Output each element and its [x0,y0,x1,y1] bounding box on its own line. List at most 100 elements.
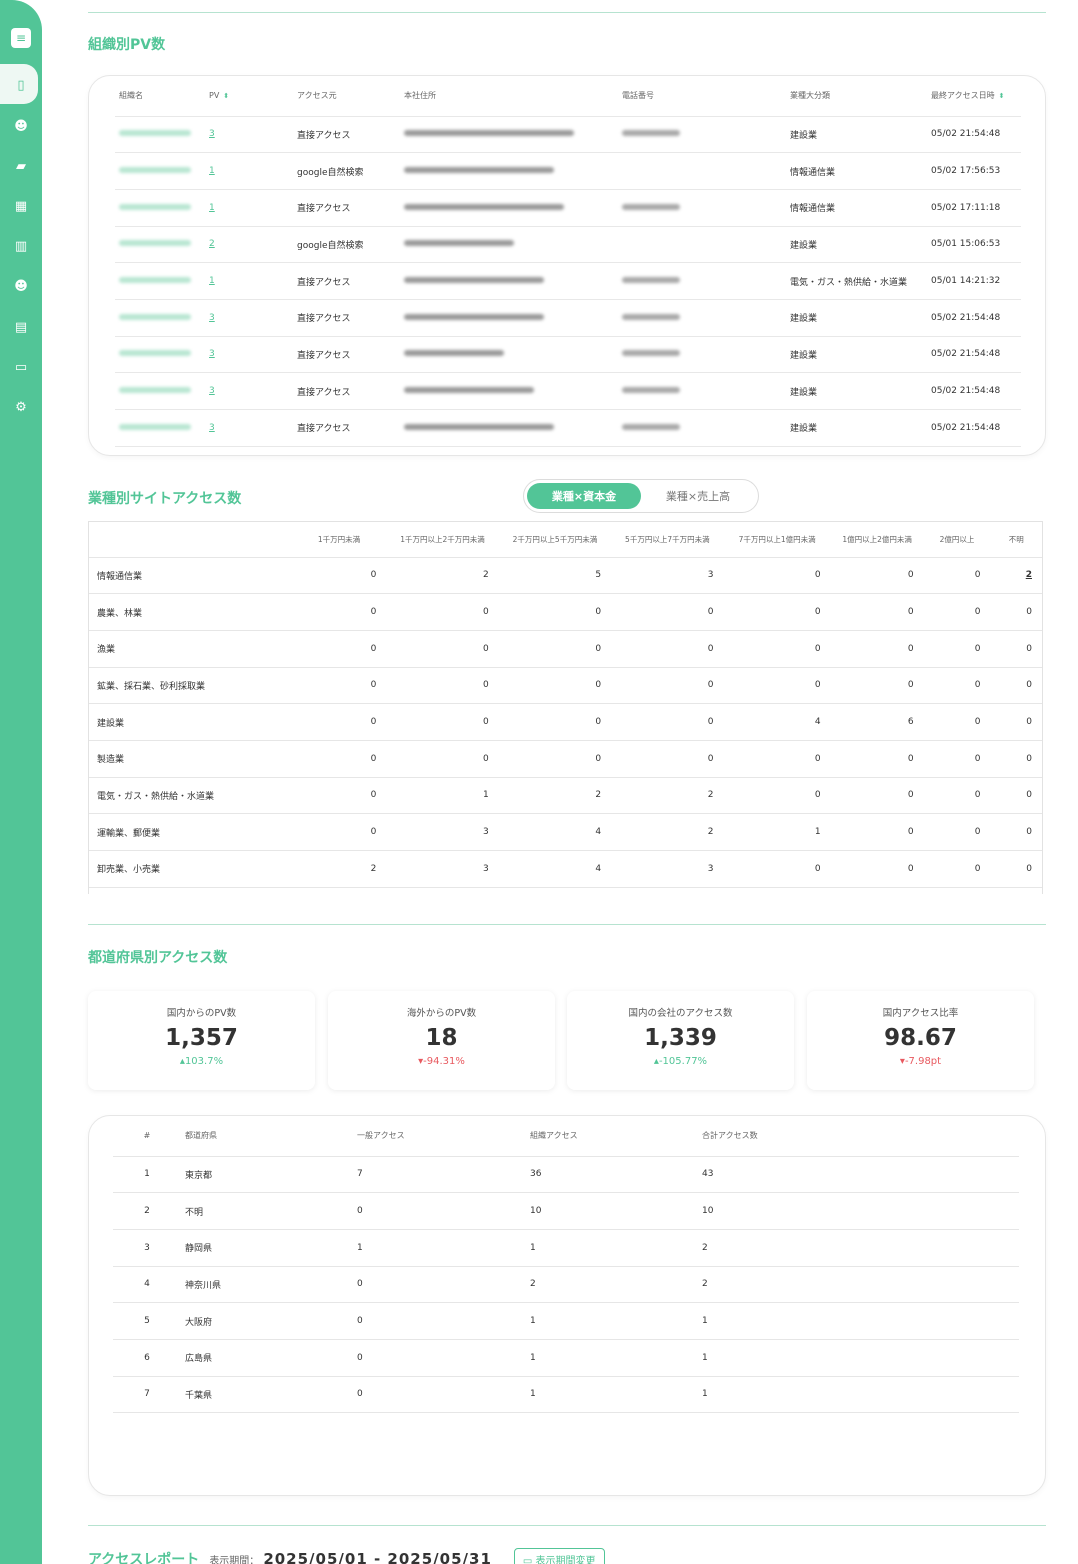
org-pv-title: 組織別PV数 [88,37,166,53]
count-cell: 0 [707,680,714,691]
stat-change: ▴-105.77% [653,1056,708,1067]
clipboard-icon[interactable]: ▯ [11,75,31,95]
analytics-page: { "sidebar":{"icons":["menu-icon","clipb… [0,0,1078,1564]
table-row: 5 大阪府 0 1 1 [113,1303,1019,1340]
industry-cell: 建設業 [790,424,818,435]
pv-cell[interactable]: 3 [205,116,293,153]
col-general-access: 一般アクセス [357,1131,405,1141]
table-row: 3 直接アクセス 建設業 05/02 21:54:48 [115,336,1021,373]
phone-cell [618,373,786,410]
org-name-cell[interactable] [115,336,205,373]
pv-cell[interactable]: 3 [205,410,293,447]
pv-cell[interactable]: 3 [205,336,293,373]
count-cell: 0 [370,717,377,728]
count-cell: 0 [370,680,377,691]
sort-icon[interactable]: ⬍ [999,92,1005,100]
count-cell: 0 [370,607,377,618]
count-cell: 4 [814,717,821,728]
table-row: 卸売業、小売業 2 3 4 3 0 0 0 0 [89,851,1042,888]
table-row: 1 直接アクセス 情報通信業 05/02 17:11:18 [115,189,1021,227]
org-name-cell[interactable] [115,410,205,447]
industry-col-header: 7千万円以上1億円未満 [738,534,816,544]
gear-icon[interactable]: ⚙ [11,397,31,417]
phone-cell [618,189,786,226]
folder-icon[interactable]: ▰ [11,156,31,176]
col-address: 本社住所 [404,91,436,101]
col-last-access[interactable]: 最終アクセス日時 ⬍ [927,76,1021,116]
toggle-capital[interactable]: 業種×資本金 [527,483,641,509]
prefecture-cell: 静岡県 [185,1244,213,1255]
calendar-icon[interactable]: ▭ [11,357,31,377]
count-cell: 0 [707,717,714,728]
phone-cell [618,336,786,373]
org-access-cell: 36 [530,1169,542,1180]
org-name-cell[interactable] [115,263,205,300]
pv-cell[interactable]: 1 [205,263,293,300]
address-cell [400,410,618,447]
industry-label: 情報通信業 [97,571,143,582]
count-cell: 0 [974,753,981,764]
source-cell: 直接アクセス [297,424,351,435]
industry-cell: 建設業 [790,314,818,325]
count-cell: 6 [907,717,914,728]
table-row: 3 直接アクセス 建設業 05/02 21:54:48 [115,410,1021,447]
prefecture-cell: 千葉県 [185,1390,213,1401]
pref-title: 都道府県別アクセス数 [88,950,228,966]
pv-cell[interactable]: 1 [205,153,293,190]
general-access-cell: 0 [357,1389,363,1400]
bar-chart-icon[interactable]: ▥ [11,236,31,256]
building-icon[interactable]: ▤ [11,317,31,337]
count-link[interactable]: 2 [990,557,1042,594]
org-name-cell[interactable] [115,116,205,153]
sort-icon[interactable]: ⬍ [223,92,229,100]
pv-cell[interactable]: 2 [205,226,293,263]
access-report-header: アクセスレポート 表示期間： 2025/05/01 - 2025/05/31 ▭… [88,1548,605,1564]
industry-col-header: 不明 [1008,534,1024,544]
industry-label: 運輸業、郵便業 [97,828,161,839]
divider [88,12,1046,13]
users-icon[interactable]: ☻ [11,276,31,296]
org-name-cell[interactable] [115,299,205,336]
prefecture-cell: 大阪府 [185,1317,213,1328]
count-cell: 0 [1026,680,1032,691]
org-access-cell: 10 [530,1206,542,1217]
count-cell: 0 [907,753,914,764]
org-name-cell[interactable] [115,226,205,263]
count-cell: 0 [974,680,981,691]
org-access-cell: 2 [530,1279,536,1290]
org-pv-card: 組織名 PV ⬍ アクセス元 本社住所 電話番号 業種大分類 最終アクセス日時 ⬍ … [88,75,1046,456]
col-org-name: 組織名 [119,91,143,101]
org-name-cell[interactable] [115,153,205,190]
pv-cell[interactable]: 3 [205,373,293,410]
count-cell: 0 [370,827,377,838]
last-access-cell: 05/02 21:54:48 [931,129,1001,140]
count-cell: 3 [483,863,489,874]
col-total-access: 合計アクセス数 [702,1131,758,1141]
address-cell [400,116,618,153]
count-cell: 0 [907,790,914,801]
industry-cell: 電気・ガス・熱供給・水道業 [790,277,908,288]
col-pv[interactable]: PV ⬍ [205,76,293,116]
toggle-sales[interactable]: 業種×売上高 [641,483,755,509]
calculator-icon[interactable]: ▦ [11,196,31,216]
count-cell: 0 [814,863,821,874]
count-cell: 0 [907,643,914,654]
change-period-button[interactable]: ▭ 表示期間変更 [513,1548,605,1564]
menu-icon[interactable]: ≡ [11,28,31,48]
user-gear-icon[interactable]: ☻ [11,116,31,136]
general-access-cell: 0 [357,1352,363,1363]
org-name-cell[interactable] [115,189,205,226]
table-row: 1 google自然検索 情報通信業 05/02 17:56:53 [115,153,1021,190]
address-cell [400,153,618,190]
pv-cell[interactable]: 1 [205,189,293,226]
pv-cell[interactable]: 3 [205,299,293,336]
org-access-cell: 1 [530,1242,536,1253]
org-name-cell[interactable] [115,373,205,410]
table-row: 電気・ガス・熱供給・水道業 0 1 2 2 0 0 0 0 [89,777,1042,814]
count-cell: 0 [814,607,821,618]
stat-value: 18 [425,1025,458,1051]
count-cell: 0 [907,863,914,874]
count-cell: 3 [707,863,714,874]
org-pv-table: 組織名 PV ⬍ アクセス元 本社住所 電話番号 業種大分類 最終アクセス日時 ⬍ … [115,76,1021,447]
count-cell: 5 [595,570,602,581]
